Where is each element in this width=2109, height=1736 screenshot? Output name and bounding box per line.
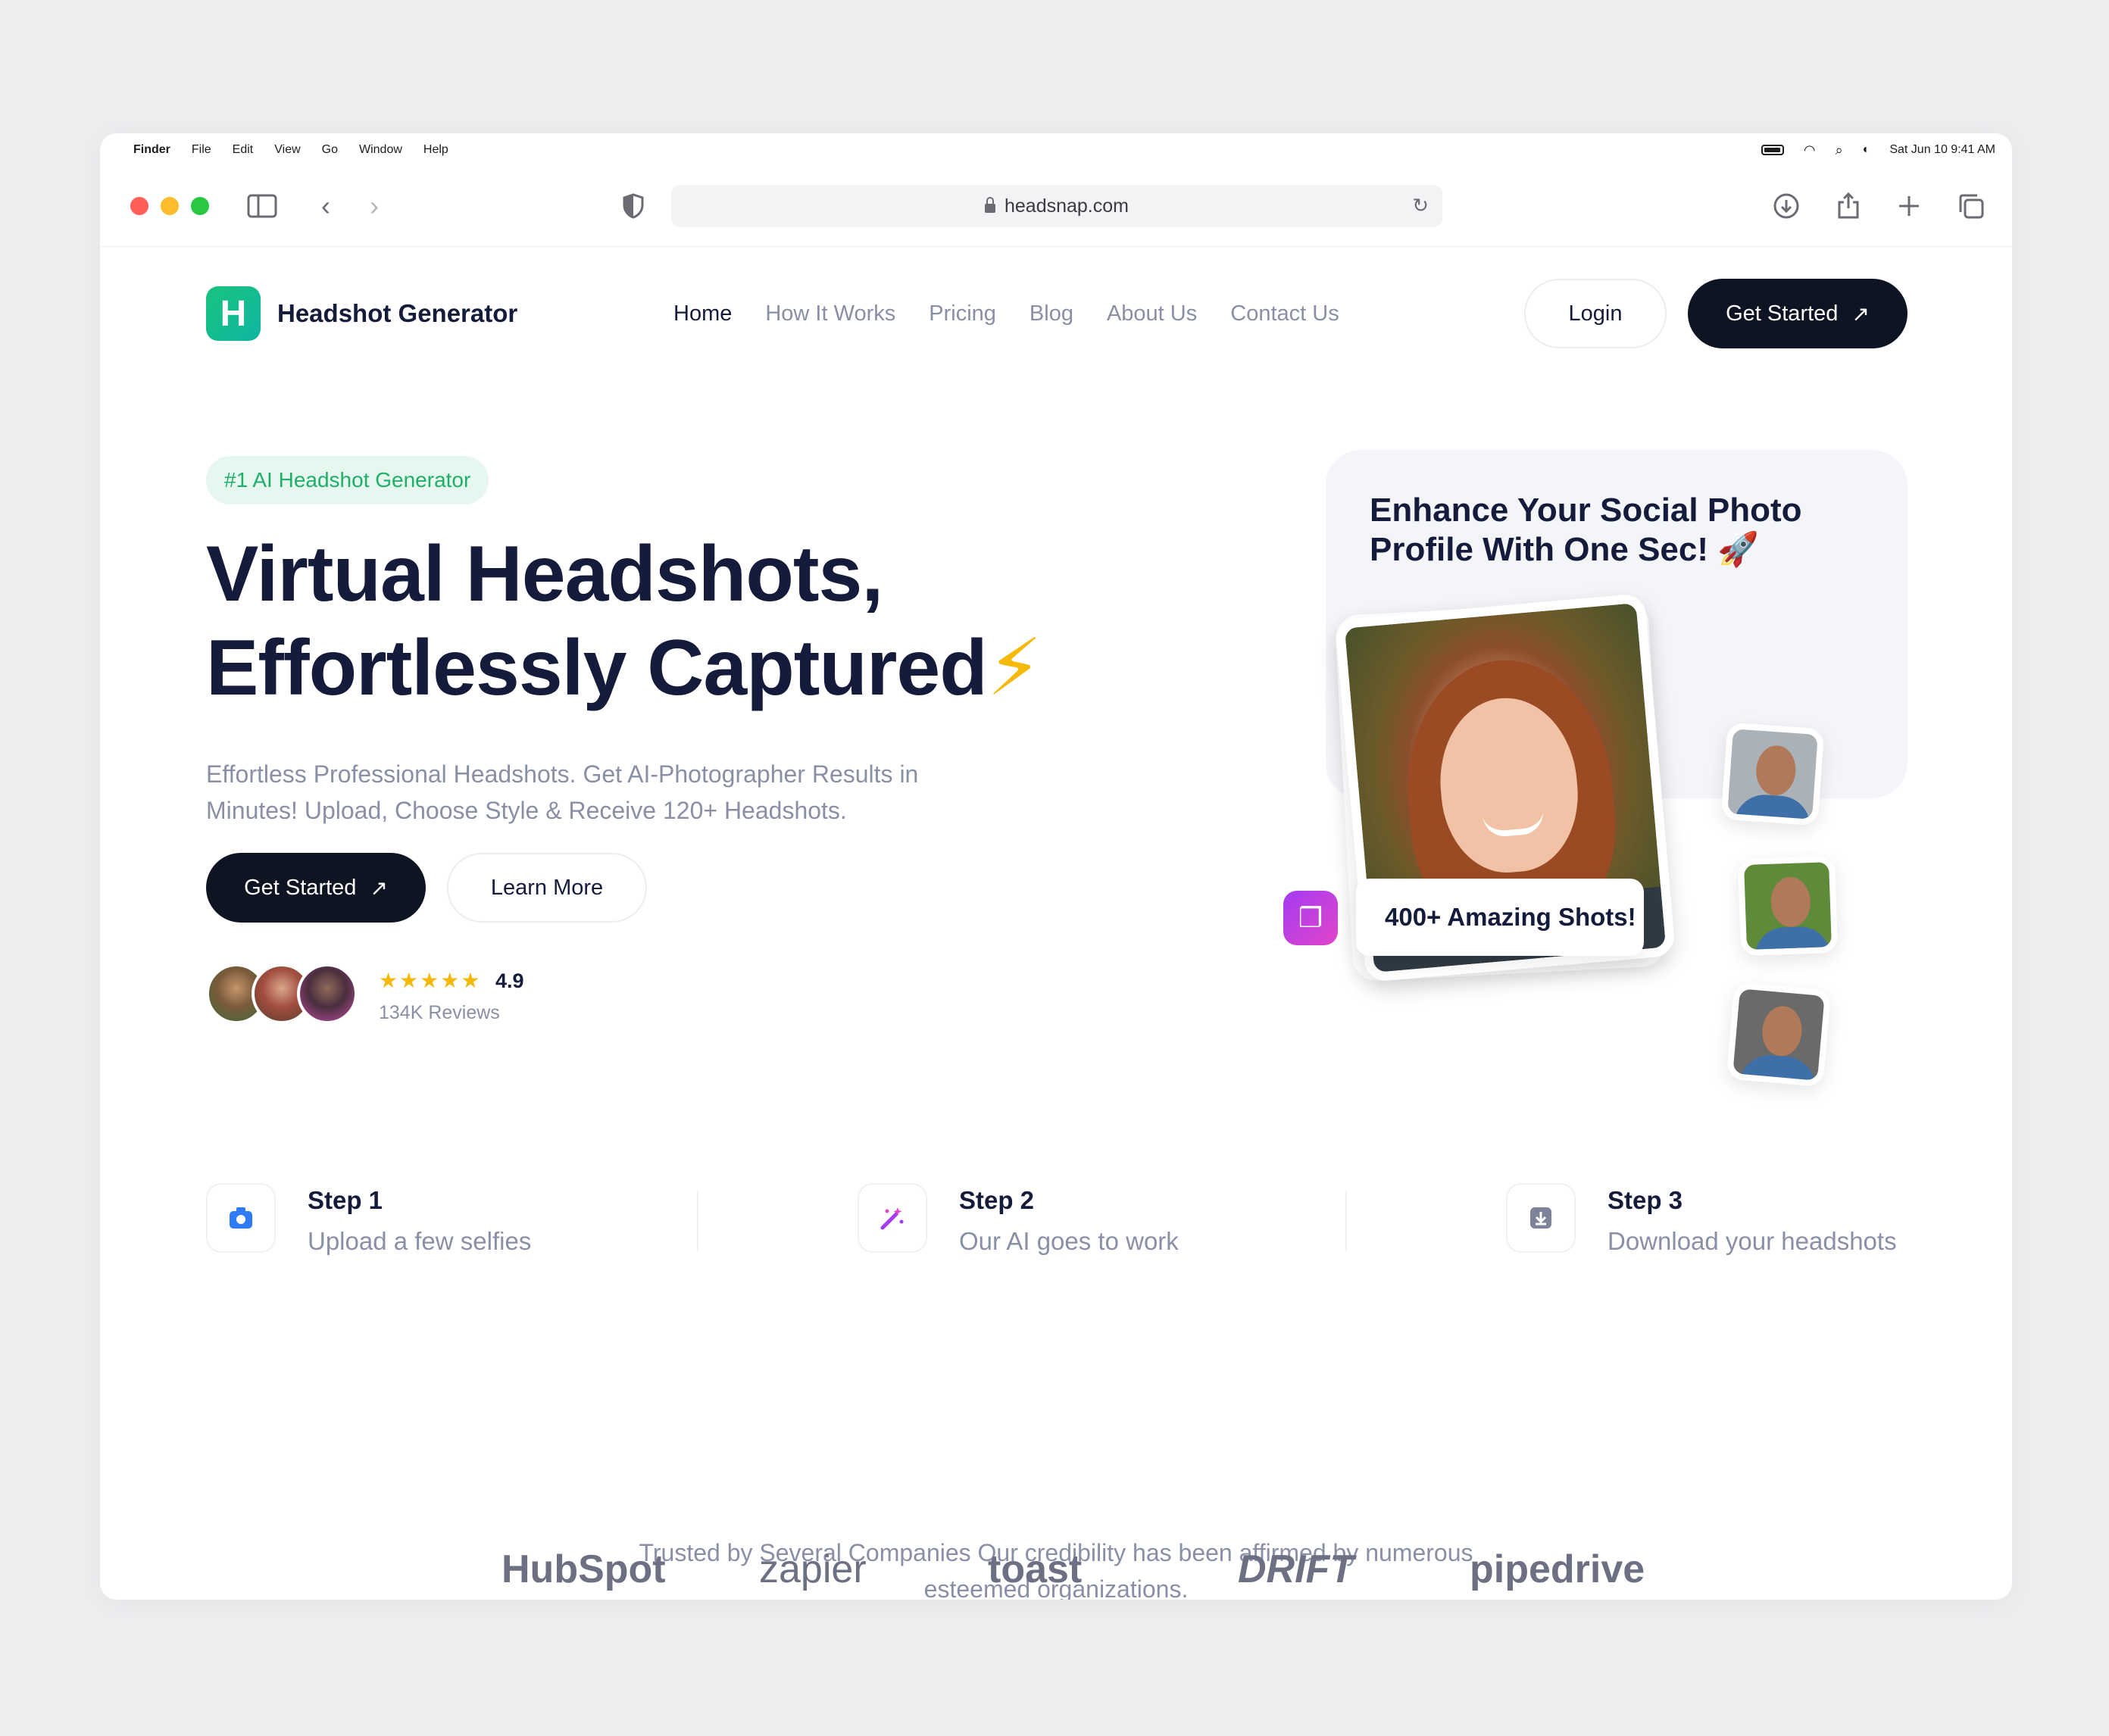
step-title: Step 1 <box>308 1186 383 1214</box>
get-started-label: Get Started <box>1726 301 1839 326</box>
step-title: Step 3 <box>1608 1186 1683 1214</box>
spotlight-search-icon[interactable]: ⌕ <box>1836 142 1843 158</box>
pipedrive-logo: pipedrive <box>1470 1547 1645 1591</box>
amazing-shots-badge: 400+ Amazing Shots! <box>1356 879 1644 956</box>
login-button[interactable]: Login <box>1524 279 1667 348</box>
toast-logo: toast <box>988 1547 1083 1591</box>
headshot-thumbnail[interactable] <box>1726 982 1832 1088</box>
menu-edit[interactable]: Edit <box>233 143 254 157</box>
camera-icon <box>206 1183 276 1253</box>
share-icon[interactable] <box>1832 189 1865 223</box>
magic-wand-icon <box>858 1183 927 1253</box>
close-window-button[interactable] <box>130 197 148 215</box>
menu-finder[interactable]: Finder <box>133 143 170 157</box>
battery-icon[interactable] <box>1761 145 1784 155</box>
lock-icon <box>984 197 995 213</box>
photo-stack-icon: ❐ <box>1283 891 1338 945</box>
menu-go[interactable]: Go <box>322 143 338 157</box>
control-center-icon[interactable]: ◐ <box>1863 143 1870 157</box>
menu-window[interactable]: Window <box>359 143 402 157</box>
main-nav: Home How It Works Pricing Blog About Us … <box>673 301 1339 326</box>
hero-badge: #1 AI Headshot Generator <box>206 456 489 504</box>
logo-mark: H <box>206 286 261 341</box>
hero-title: Virtual Headshots, Effortlessly Captured… <box>206 527 1267 715</box>
privacy-shield-icon[interactable] <box>617 189 650 223</box>
hero-subtitle: Effortless Professional Headshots. Get A… <box>206 760 919 824</box>
five-stars-icon: ★★★★★ <box>379 969 482 992</box>
url-text: headsnap.com <box>1004 195 1129 217</box>
review-count: 134K Reviews <box>379 1002 500 1023</box>
hero-get-started-label: Get Started <box>244 875 357 900</box>
reviewer-avatars <box>206 963 358 1024</box>
learn-more-label: Learn More <box>490 875 604 900</box>
headshot-thumbnail[interactable] <box>1720 722 1825 826</box>
amazing-shots-label: 400+ Amazing Shots! <box>1385 903 1636 931</box>
nav-link-how-it-works[interactable]: How It Works <box>765 301 895 326</box>
lightning-icon: ⚡ <box>986 624 1042 712</box>
site-logo[interactable]: H Headshot Generator <box>206 286 517 341</box>
tab-overview-icon[interactable] <box>1954 189 1988 223</box>
browser-toolbar: ‹ › headsnap.com ↻ <box>100 167 2012 247</box>
back-icon[interactable]: ‹ <box>309 189 342 223</box>
step-description: Our AI goes to work <box>959 1227 1179 1255</box>
zoom-window-button[interactable] <box>191 197 209 215</box>
minimize-window-button[interactable] <box>161 197 179 215</box>
nav-get-started-button[interactable]: Get Started ↗ <box>1688 279 1907 348</box>
nav-link-pricing[interactable]: Pricing <box>929 301 996 326</box>
mac-menu-bar: Finder File Edit View Go Window Help ◠ ⌕… <box>100 133 2012 167</box>
hubspot-logo: HubSpot <box>501 1547 666 1591</box>
step-description: Download your headshots <box>1608 1227 1897 1255</box>
rating-block: ★★★★★ 4.9 134K Reviews <box>379 968 524 1024</box>
step-description: Upload a few selfies <box>308 1227 532 1255</box>
downloads-icon[interactable] <box>1770 189 1803 223</box>
step-divider <box>1345 1191 1347 1251</box>
browser-window: Finder File Edit View Go Window Help ◠ ⌕… <box>100 133 2012 1600</box>
menu-view[interactable]: View <box>274 143 300 157</box>
step-divider <box>697 1191 698 1251</box>
zapier-logo: zapier <box>759 1547 867 1591</box>
new-tab-icon[interactable] <box>1892 189 1926 223</box>
drift-logo: DRIFT <box>1238 1547 1354 1591</box>
headshot-thumbnail[interactable] <box>1737 855 1839 957</box>
arrow-up-right-icon: ↗ <box>1851 301 1870 326</box>
menubar-clock[interactable]: Sat Jun 10 9:41 AM <box>1889 143 1995 157</box>
webpage: H Headshot Generator Home How It Works P… <box>100 247 2012 1600</box>
nav-link-contact-us[interactable]: Contact Us <box>1230 301 1339 326</box>
avatar <box>297 963 358 1024</box>
hero-get-started-button[interactable]: Get Started ↗ <box>206 853 426 923</box>
window-controls <box>130 197 209 215</box>
rating-score: 4.9 <box>495 969 524 992</box>
nav-link-blog[interactable]: Blog <box>1030 301 1073 326</box>
step-title: Step 2 <box>959 1186 1035 1214</box>
promo-card-title: Enhance Your Social Photo Profile With O… <box>1370 492 1802 568</box>
step-1: Step 1 Upload a few selfies <box>206 1183 531 1256</box>
hero-title-line-2: Effortlessly Captured <box>206 624 988 712</box>
address-bar[interactable]: headsnap.com ↻ <box>671 185 1442 227</box>
menu-help[interactable]: Help <box>423 143 448 157</box>
brand-name: Headshot Generator <box>277 299 518 327</box>
sidebar-toggle-icon[interactable] <box>245 189 279 223</box>
nav-link-about-us[interactable]: About Us <box>1107 301 1197 326</box>
reload-icon[interactable]: ↻ <box>1412 194 1429 217</box>
menu-file[interactable]: File <box>192 143 211 157</box>
nav-link-home[interactable]: Home <box>673 301 732 326</box>
step-3: Step 3 Download your headshots <box>1506 1183 1897 1256</box>
forward-icon[interactable]: › <box>358 189 391 223</box>
login-label: Login <box>1568 301 1623 326</box>
learn-more-button[interactable]: Learn More <box>447 853 647 923</box>
download-icon <box>1506 1183 1576 1253</box>
wifi-icon[interactable]: ◠ <box>1804 142 1816 158</box>
step-2: Step 2 Our AI goes to work <box>858 1183 1179 1256</box>
hero-title-line-1: Virtual Headshots, <box>206 530 883 618</box>
arrow-up-right-icon: ↗ <box>370 876 388 900</box>
